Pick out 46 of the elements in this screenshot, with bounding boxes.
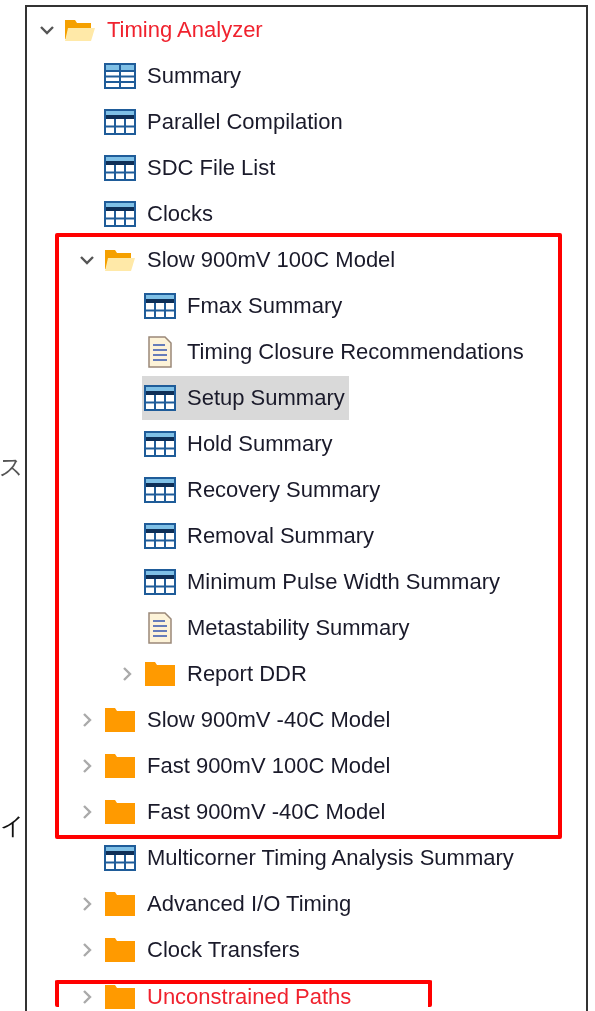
- table-icon: [144, 523, 176, 549]
- folder-icon: [144, 661, 176, 687]
- table-icon: [104, 155, 136, 181]
- open-folder-icon: [64, 17, 96, 43]
- folder-icon: [104, 707, 136, 733]
- folder-icon: [104, 753, 136, 779]
- folder-icon: [104, 984, 136, 1010]
- tree-item[interactable]: Multicorner Timing Analysis Summary: [102, 836, 518, 880]
- table-icon: [144, 431, 176, 457]
- table-icon: [144, 569, 176, 595]
- tree-item[interactable]: Clock Transfers: [102, 928, 304, 972]
- folder-icon: [104, 937, 136, 963]
- table-icon: [104, 201, 136, 227]
- tree-item[interactable]: Setup Summary: [142, 376, 349, 420]
- tree-item[interactable]: Fast 900mV 100C Model: [102, 744, 395, 788]
- tree-item[interactable]: Fast 900mV -40C Model: [102, 790, 390, 834]
- tree-item[interactable]: Unconstrained Paths: [102, 975, 356, 1011]
- background-text: ス: [0, 455, 24, 479]
- tree-item[interactable]: Timing Analyzer: [62, 8, 267, 52]
- tree-item[interactable]: Timing Closure Recommendations: [142, 330, 528, 374]
- folder-icon: [104, 799, 136, 825]
- tree-item[interactable]: Clocks: [102, 192, 217, 236]
- table-icon: [104, 109, 136, 135]
- tree-item[interactable]: Fmax Summary: [142, 284, 347, 328]
- tree-item[interactable]: Advanced I/O Timing: [102, 882, 356, 926]
- grid-icon: [104, 63, 136, 89]
- tree-item[interactable]: Parallel Compilation: [102, 100, 347, 144]
- document-icon: [147, 336, 173, 368]
- open-folder-icon: [104, 247, 136, 273]
- tree-item[interactable]: Recovery Summary: [142, 468, 385, 512]
- table-icon: [144, 385, 176, 411]
- folder-icon: [104, 891, 136, 917]
- document-icon: [147, 612, 173, 644]
- tree-item[interactable]: Hold Summary: [142, 422, 337, 466]
- tree-item[interactable]: Summary: [102, 54, 246, 98]
- background-text: イ: [0, 814, 25, 838]
- table-icon: [104, 845, 136, 871]
- tree-item[interactable]: Removal Summary: [142, 514, 379, 558]
- table-icon: [144, 293, 176, 319]
- tree-item[interactable]: Metastability Summary: [142, 606, 414, 650]
- tree-item[interactable]: Report DDR: [142, 652, 311, 696]
- tree-item[interactable]: SDC File List: [102, 146, 280, 190]
- tree-item[interactable]: Slow 900mV -40C Model: [102, 698, 395, 742]
- tree-item[interactable]: Minimum Pulse Width Summary: [142, 560, 504, 604]
- tree-item[interactable]: Slow 900mV 100C Model: [102, 238, 400, 282]
- table-icon: [144, 477, 176, 503]
